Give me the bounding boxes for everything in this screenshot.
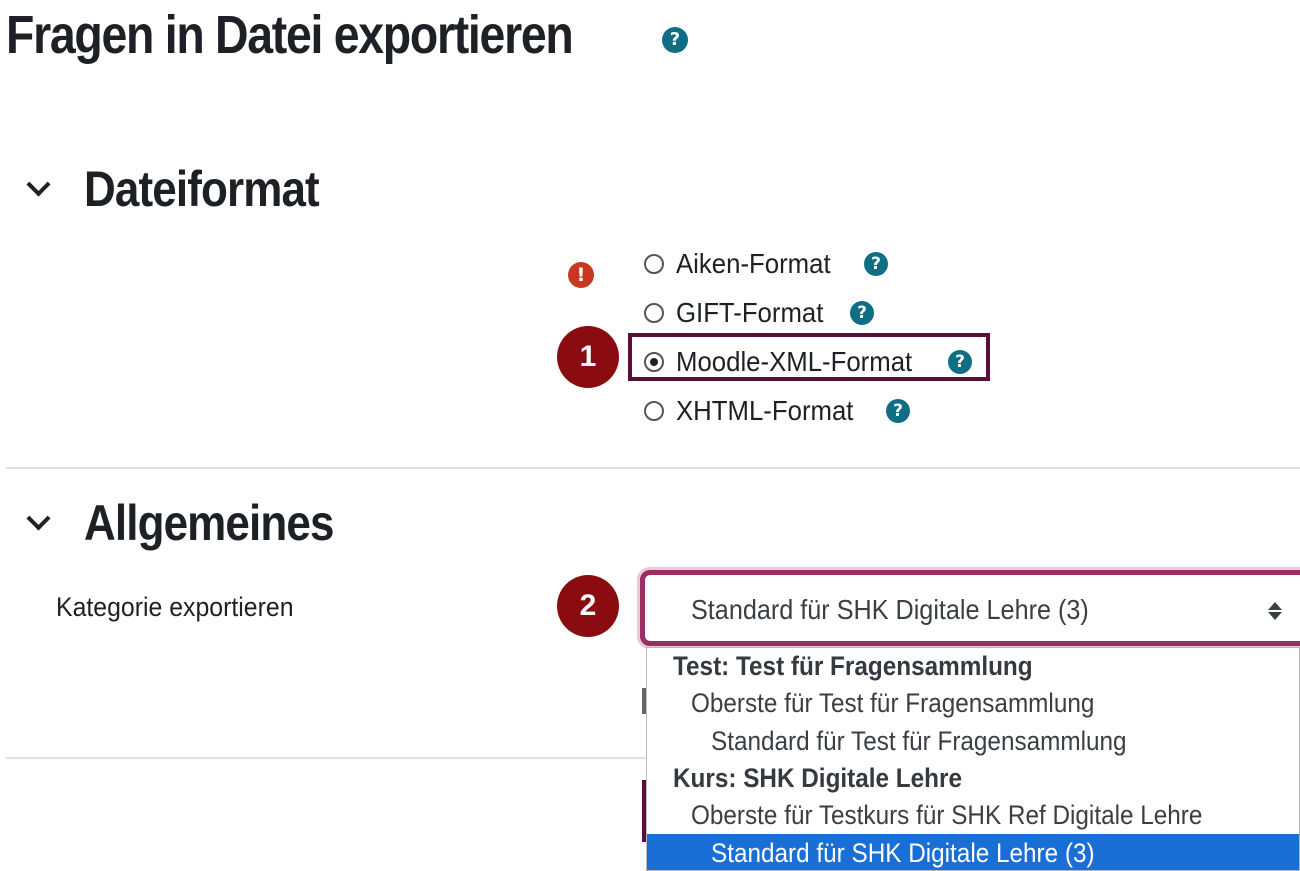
sort-arrows-icon xyxy=(1267,599,1283,623)
question-circle-icon[interactable]: ? xyxy=(662,27,688,53)
dropdown-option[interactable]: Oberste für Test für Fragensammlung xyxy=(647,684,1299,722)
radio-label: Aiken-Format xyxy=(676,248,831,279)
divider xyxy=(6,467,1300,469)
highlight-frame xyxy=(628,333,990,381)
radio-option-xhtml[interactable]: XHTML-Format ? xyxy=(644,393,910,429)
dropdown-group-label: Kurs: SHK Digitale Lehre xyxy=(673,763,962,793)
page-title: Fragen in Datei exportieren xyxy=(6,5,574,65)
question-circle-icon[interactable]: ? xyxy=(886,399,910,423)
step-badge-1: 1 xyxy=(557,326,619,388)
section-header-general[interactable]: Allgemeines xyxy=(24,494,368,552)
category-select[interactable]: Standard für SHK Digitale Lehre (3) xyxy=(640,570,1300,646)
radio-option-gift[interactable]: GIFT-Format ? xyxy=(644,295,874,331)
dropdown-option-selected[interactable]: Standard für SHK Digitale Lehre (3) xyxy=(647,834,1299,870)
chevron-down-icon[interactable] xyxy=(24,174,54,204)
radio-label: XHTML-Format xyxy=(676,395,854,426)
question-circle-icon[interactable]: ? xyxy=(864,252,888,276)
dropdown-group-label: Test: Test für Fragensammlung xyxy=(673,651,1033,681)
exclamation-circle-icon: ! xyxy=(568,262,594,288)
radio-button[interactable] xyxy=(644,401,664,421)
dropdown-option[interactable]: Oberste für Testkurs für SHK Ref Digital… xyxy=(647,796,1299,834)
section-title-general: Allgemeines xyxy=(84,495,334,551)
section-header-file-format[interactable]: Dateiformat xyxy=(24,160,351,218)
section-title-file-format: Dateiformat xyxy=(84,161,320,217)
radio-option-aiken[interactable]: Aiken-Format ? xyxy=(644,246,888,282)
category-dropdown-list[interactable]: Test: Test für Fragensammlung Oberste fü… xyxy=(646,647,1300,871)
category-label: Kategorie exportieren xyxy=(56,592,294,622)
radio-button[interactable] xyxy=(644,254,664,274)
radio-label: GIFT-Format xyxy=(676,297,824,328)
step-badge-2: 2 xyxy=(557,575,619,637)
chevron-down-icon[interactable] xyxy=(24,508,54,538)
category-select-value: Standard für SHK Digitale Lehre (3) xyxy=(691,594,1089,625)
question-circle-icon[interactable]: ? xyxy=(850,301,874,325)
radio-button[interactable] xyxy=(644,303,664,323)
dropdown-option[interactable]: Standard für Test für Fragensammlung xyxy=(647,722,1299,760)
